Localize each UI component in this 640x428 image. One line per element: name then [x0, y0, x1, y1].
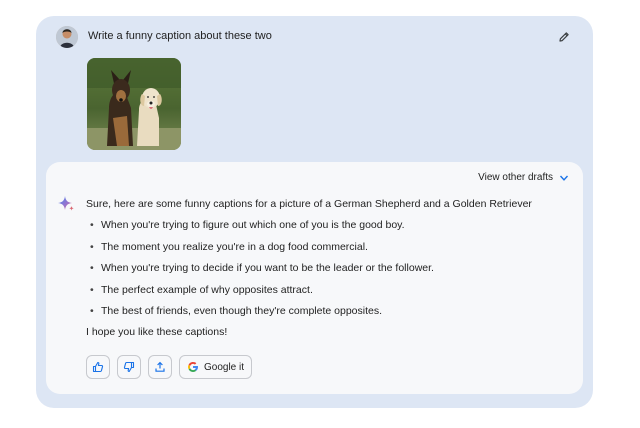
edit-prompt-button[interactable] — [555, 28, 573, 46]
thumbs-up-button[interactable] — [86, 355, 110, 379]
prompt-text: Write a funny caption about these two — [88, 30, 272, 42]
view-other-drafts-button[interactable]: View other drafts — [478, 172, 569, 183]
caption-item: The perfect example of why opposites att… — [86, 283, 434, 305]
response-outro: I hope you like these captions! — [86, 326, 228, 338]
response-actions: Google it — [86, 355, 253, 379]
caption-item: When you're trying to figure out which o… — [86, 218, 434, 240]
caption-item: When you're trying to decide if you want… — [86, 261, 434, 283]
google-it-button[interactable]: Google it — [179, 355, 253, 379]
response-intro: Sure, here are some funny captions for a… — [86, 198, 532, 210]
google-g-icon — [188, 362, 198, 372]
share-button[interactable] — [148, 355, 172, 379]
thumbs-up-icon — [92, 361, 104, 373]
pencil-icon — [559, 32, 569, 42]
user-avatar — [56, 26, 78, 48]
google-it-label: Google it — [204, 361, 245, 373]
caption-item: The moment you realize you're in a dog f… — [86, 240, 434, 262]
chevron-down-icon — [559, 175, 569, 181]
user-prompt-row: Write a funny caption about these two — [56, 26, 573, 52]
uploaded-dog-photo[interactable] — [87, 58, 181, 150]
caption-item: The best of friends, even though they're… — [86, 304, 434, 326]
thumbs-down-button[interactable] — [117, 355, 141, 379]
thumbs-down-icon — [123, 361, 135, 373]
response-card: View other drafts Sure, here are some fu… — [46, 162, 583, 394]
caption-list: When you're trying to figure out which o… — [86, 218, 434, 326]
gemini-sparkle-icon — [56, 194, 76, 214]
view-other-drafts-label: View other drafts — [478, 172, 553, 183]
share-icon — [155, 361, 165, 372]
conversation-panel: Write a funny caption about these two Vi… — [36, 16, 593, 408]
